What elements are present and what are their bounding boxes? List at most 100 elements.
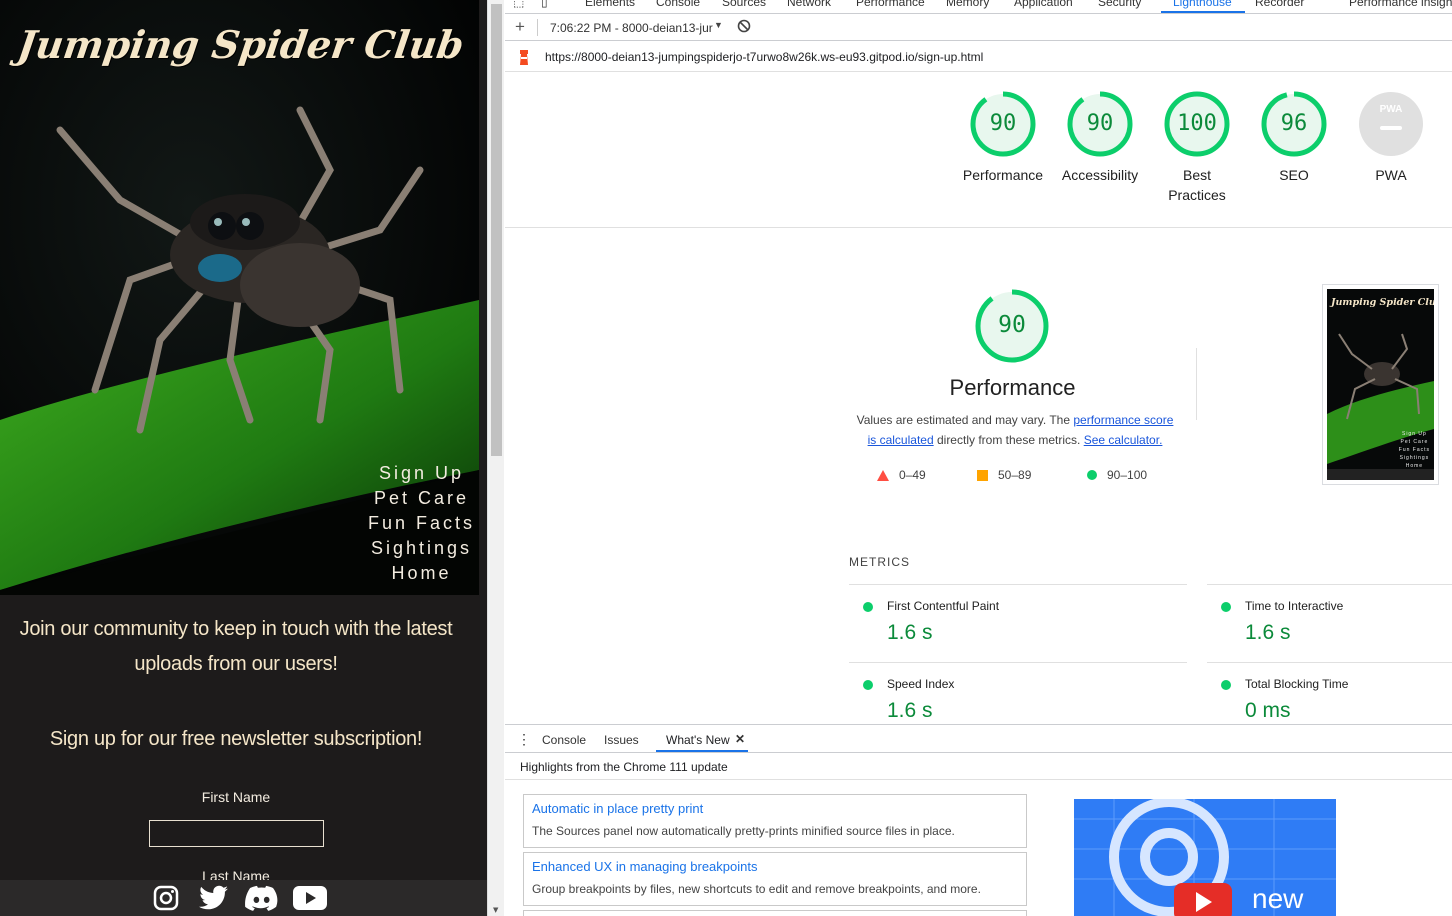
- score-value: 100: [1177, 111, 1217, 136]
- tab-network[interactable]: Network: [787, 0, 831, 9]
- metric-first-contentful-paint: First Contentful Paint 1.6 s: [849, 584, 1187, 662]
- device-toggle-icon[interactable]: ▯: [541, 0, 548, 9]
- drawer-tab-console[interactable]: Console: [542, 733, 586, 747]
- see-calculator-link[interactable]: See calculator.: [1084, 433, 1163, 447]
- devtools-tab-bar: ⬚ ▯ Elements Console Sources Network Per…: [505, 0, 1452, 14]
- nav-home[interactable]: Home: [368, 561, 475, 586]
- nav-fun-facts[interactable]: Fun Facts: [368, 511, 475, 536]
- toolbar-divider: [537, 19, 538, 36]
- inspect-icon[interactable]: ⬚: [513, 0, 524, 9]
- pwa-badge-text: PWA: [1379, 104, 1403, 115]
- whats-new-heading: Highlights from the Chrome 111 update: [505, 754, 1452, 780]
- first-name-input[interactable]: [149, 820, 324, 847]
- news-card[interactable]: Enhanced UX in managing breakpoints Grou…: [523, 852, 1027, 906]
- pass-dot-icon: [1221, 602, 1231, 612]
- promo-video[interactable]: new: [1074, 799, 1336, 916]
- site-nav: Sign Up Pet Care Fun Facts Sightings Hom…: [368, 461, 475, 586]
- tab-lighthouse[interactable]: Lighthouse: [1173, 0, 1232, 9]
- thumbnail-nav-item: Sightings: [1399, 455, 1430, 461]
- pass-dot-icon: [863, 602, 873, 612]
- desc-text-2: directly from these metrics.: [933, 433, 1084, 447]
- video-caption: new: [1252, 883, 1304, 914]
- thumbnail-nav-item: Home: [1405, 463, 1424, 469]
- score-label: Performance: [962, 167, 1044, 183]
- report-selector[interactable]: 7:06:22 PM - 8000-deian13-jur: [550, 21, 713, 35]
- performance-description: Values are estimated and may vary. The p…: [851, 410, 1179, 450]
- app-window: Jumping Spider Club Sign Up Pet Care Fun…: [0, 0, 1452, 916]
- news-card-title[interactable]: Automatic in place pretty print: [532, 801, 1018, 816]
- first-name-label: First Name: [201, 789, 271, 805]
- score-value: 90: [989, 111, 1017, 136]
- metric-name: First Contentful Paint: [887, 599, 1000, 613]
- screenshot-image: Jumping Spider Club Sign Up Pet Care Fun…: [1327, 289, 1434, 480]
- score-label: PWA: [1375, 167, 1407, 183]
- instagram-icon[interactable]: [149, 883, 183, 913]
- thumbnail-nav-item: Sign Up: [1401, 431, 1427, 437]
- youtube-icon[interactable]: [292, 883, 327, 913]
- clear-icon[interactable]: [737, 19, 751, 36]
- thumbnail-nav-item: Fun Facts: [1398, 447, 1430, 453]
- gauge-pwa[interactable]: PWA PWA: [1343, 91, 1439, 185]
- tab-memory[interactable]: Memory: [946, 0, 989, 9]
- tab-recorder[interactable]: Recorder: [1255, 0, 1304, 9]
- tab-sources[interactable]: Sources: [722, 0, 766, 9]
- score-label: SEO: [1279, 167, 1309, 183]
- pwa-badge-icon: [1359, 92, 1423, 156]
- circle-icon: [1087, 470, 1097, 480]
- tab-performance-insights[interactable]: Performance insights: [1349, 0, 1452, 9]
- report-url[interactable]: https://8000-deian13-jumpingspiderjo-t7u…: [545, 50, 983, 64]
- scroll-down-icon[interactable]: ▼: [493, 906, 498, 914]
- tab-application[interactable]: Application: [1014, 0, 1073, 9]
- legend-pass-label: 90–100: [1107, 468, 1148, 482]
- section-divider: [505, 227, 1452, 228]
- metric-name: Time to Interactive: [1245, 599, 1344, 613]
- nav-sightings[interactable]: Sightings: [368, 536, 475, 561]
- metric-value: 1.6 s: [887, 699, 933, 722]
- triangle-icon: [877, 469, 889, 481]
- gauge-performance[interactable]: 90 Performance: [955, 91, 1051, 185]
- square-icon: [977, 469, 988, 481]
- drawer-tab-bar: ⋮ Console Issues What's New ✕: [505, 725, 1452, 753]
- community-text: Join our community to keep in touch with…: [19, 618, 453, 675]
- thumbnail-nav: Sign Up Pet Care Fun Facts Sightings Hom…: [1399, 430, 1430, 470]
- report-url-bar: https://8000-deian13-jumpingspiderjo-t7u…: [505, 42, 1452, 72]
- news-card[interactable]: Automatic in place pretty print The Sour…: [523, 794, 1027, 848]
- legend-fail-label: 0–49: [899, 468, 926, 482]
- active-tab-indicator: [1161, 11, 1245, 13]
- dropdown-chevron-icon[interactable]: ▼: [714, 20, 723, 30]
- devtools-panel: ⬚ ▯ Elements Console Sources Network Per…: [505, 0, 1452, 916]
- legend-average-label: 50–89: [998, 468, 1032, 482]
- final-screenshot[interactable]: Jumping Spider Club Sign Up Pet Care Fun…: [1322, 284, 1439, 485]
- drawer-menu-icon[interactable]: ⋮: [517, 731, 531, 748]
- new-report-icon[interactable]: +: [515, 17, 525, 37]
- news-card-desc: Group breakpoints by files, new shortcut…: [532, 882, 981, 896]
- preview-scrollbar[interactable]: ▼: [487, 0, 504, 916]
- close-tab-icon[interactable]: ✕: [735, 732, 745, 746]
- devtools-drawer: ⋮ Console Issues What's New ✕ Highlights…: [505, 724, 1452, 916]
- gauge-accessibility[interactable]: 90 Accessibility: [1051, 91, 1149, 185]
- drawer-tab-whats-new[interactable]: What's New: [666, 733, 730, 747]
- score-value: 96: [1280, 111, 1308, 136]
- legend-average: 50–89: [977, 468, 1031, 482]
- nav-pet-care[interactable]: Pet Care: [368, 486, 475, 511]
- pass-dot-icon: [1221, 680, 1231, 690]
- gauge-best-practices[interactable]: 100 Best Practices: [1149, 91, 1245, 205]
- vertical-divider: [1196, 348, 1197, 420]
- tab-performance[interactable]: Performance: [856, 0, 925, 9]
- tab-console[interactable]: Console: [656, 0, 700, 9]
- desc-text-1: Values are estimated and may vary. The: [856, 413, 1074, 427]
- metrics-heading: METRICS: [849, 555, 910, 569]
- news-card-title[interactable]: Enhanced UX in managing breakpoints: [532, 859, 1018, 874]
- scrollbar-thumb[interactable]: [491, 4, 502, 456]
- website-preview: Jumping Spider Club Sign Up Pet Care Fun…: [0, 0, 487, 916]
- discord-icon[interactable]: [244, 883, 279, 913]
- nav-sign-up[interactable]: Sign Up: [368, 461, 475, 486]
- twitter-icon[interactable]: [197, 883, 231, 913]
- metric-time-to-interactive: Time to Interactive 1.6 s: [1207, 584, 1452, 662]
- drawer-tab-issues[interactable]: Issues: [604, 733, 639, 747]
- tab-elements[interactable]: Elements: [585, 0, 635, 9]
- news-card[interactable]: [523, 910, 1027, 916]
- tab-security[interactable]: Security: [1098, 0, 1141, 9]
- score-value: 90: [1086, 111, 1114, 136]
- gauge-seo[interactable]: 96 SEO: [1246, 91, 1342, 185]
